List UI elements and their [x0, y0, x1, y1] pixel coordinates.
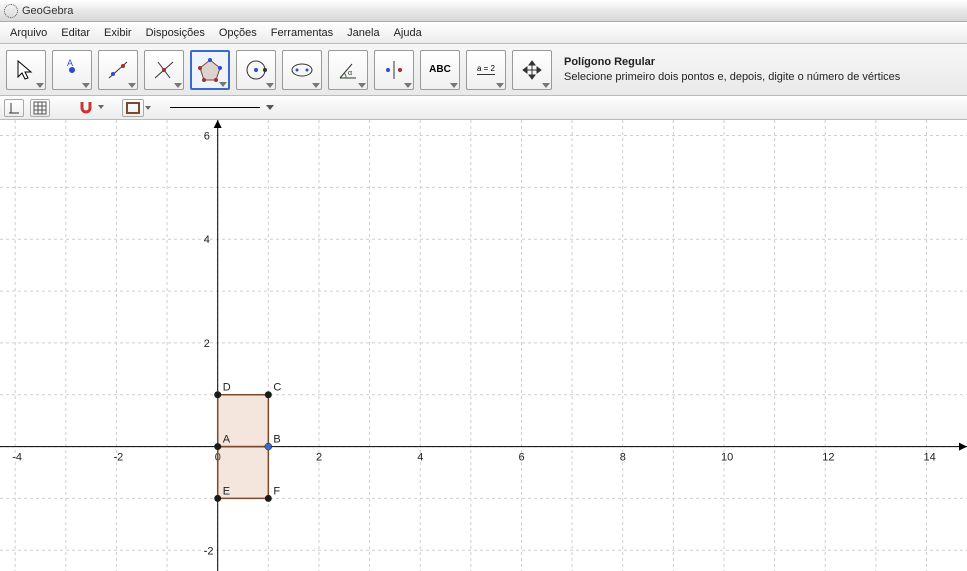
svg-text:14: 14: [923, 452, 935, 464]
svg-text:-2: -2: [204, 545, 214, 557]
tool-line[interactable]: [98, 50, 138, 90]
svg-text:10: 10: [721, 452, 733, 464]
dropdown-icon: [98, 105, 104, 109]
svg-text:2: 2: [316, 452, 322, 464]
tool-hint: Polígono Regular Selecione primeiro dois…: [564, 55, 900, 84]
app-icon: [4, 4, 18, 18]
svg-text:A: A: [223, 434, 231, 446]
tool-hint-title: Polígono Regular: [564, 55, 900, 69]
grid-icon: [33, 101, 47, 115]
dropdown-icon: [82, 83, 90, 88]
menu-arquivo[interactable]: Arquivo: [4, 25, 53, 41]
tool-point[interactable]: A: [52, 50, 92, 90]
title-bar: GeoGebra: [0, 0, 967, 22]
text-icon: ABC: [429, 64, 451, 75]
secondary-toolbar: [0, 96, 967, 120]
tool-perpendicular[interactable]: [144, 50, 184, 90]
svg-text:4: 4: [204, 234, 210, 246]
graphics-view[interactable]: -4-202468101214-2246ABCDEF: [0, 120, 967, 571]
svg-text:α: α: [348, 70, 352, 77]
dropdown-icon: [358, 83, 366, 88]
svg-text:A: A: [67, 58, 73, 68]
color-picker[interactable]: [122, 99, 144, 117]
reflect-icon: [382, 58, 406, 82]
svg-text:4: 4: [417, 452, 423, 464]
polygon-icon: [196, 56, 224, 84]
tool-ellipse[interactable]: [282, 50, 322, 90]
slider-icon: a = 2: [477, 64, 495, 75]
dropdown-icon: [36, 83, 44, 88]
svg-text:-4: -4: [12, 452, 22, 464]
svg-text:8: 8: [620, 452, 626, 464]
menu-ferramentas[interactable]: Ferramentas: [265, 25, 339, 41]
tool-move-view[interactable]: [512, 50, 552, 90]
magnet-toggle[interactable]: [76, 99, 96, 117]
dropdown-icon: [496, 83, 504, 88]
dropdown-icon: [312, 83, 320, 88]
svg-text:F: F: [273, 485, 280, 497]
grid-toggle[interactable]: [30, 99, 50, 117]
line-style-picker[interactable]: [170, 105, 274, 110]
tool-angle[interactable]: α: [328, 50, 368, 90]
tool-circle[interactable]: [236, 50, 276, 90]
svg-text:D: D: [223, 382, 231, 394]
tool-hint-desc: Selecione primeiro dois pontos e, depois…: [564, 70, 900, 84]
menu-ajuda[interactable]: Ajuda: [388, 25, 428, 41]
app-title: GeoGebra: [22, 5, 73, 17]
axes-toggle[interactable]: [4, 99, 24, 117]
menu-disposicoes[interactable]: Disposições: [140, 25, 211, 41]
main-toolbar: A α ABC a = 2 Polígono Regul: [0, 44, 967, 96]
circle-icon: [244, 58, 268, 82]
svg-text:6: 6: [518, 452, 524, 464]
svg-text:C: C: [273, 382, 281, 394]
line-style-icon: [170, 107, 260, 108]
menu-opcoes[interactable]: Opções: [213, 25, 263, 41]
menu-bar: Arquivo Editar Exibir Disposições Opções…: [0, 22, 967, 44]
svg-text:B: B: [273, 434, 280, 446]
svg-text:2: 2: [204, 338, 210, 350]
dropdown-icon: [404, 83, 412, 88]
dropdown-icon: [174, 83, 182, 88]
magnet-icon: [78, 100, 94, 116]
tool-move[interactable]: [6, 50, 46, 90]
ellipse-icon: [290, 58, 314, 82]
dropdown-icon: [542, 83, 550, 88]
tool-reflect[interactable]: [374, 50, 414, 90]
dropdown-icon: [266, 105, 274, 110]
menu-janela[interactable]: Janela: [341, 25, 385, 41]
dropdown-icon: [128, 83, 136, 88]
line-icon: [106, 58, 130, 82]
svg-text:-2: -2: [113, 452, 123, 464]
svg-text:6: 6: [204, 131, 210, 143]
svg-text:E: E: [223, 485, 230, 497]
axes-icon: [7, 101, 21, 115]
point-icon: A: [60, 58, 84, 82]
plot-svg: -4-202468101214-2246ABCDEF: [0, 120, 967, 571]
perpendicular-icon: [152, 58, 176, 82]
cursor-icon: [14, 58, 38, 82]
dropdown-icon: [266, 83, 274, 88]
tool-slider[interactable]: a = 2: [466, 50, 506, 90]
dropdown-icon: [145, 106, 151, 110]
svg-text:12: 12: [822, 452, 834, 464]
dropdown-icon: [219, 82, 227, 87]
angle-icon: α: [336, 58, 360, 82]
dropdown-icon: [450, 83, 458, 88]
move-view-icon: [520, 58, 544, 82]
tool-polygon[interactable]: [190, 50, 230, 90]
menu-editar[interactable]: Editar: [55, 25, 96, 41]
tool-text[interactable]: ABC: [420, 50, 460, 90]
menu-exibir[interactable]: Exibir: [98, 25, 138, 41]
color-swatch-icon: [126, 102, 140, 114]
